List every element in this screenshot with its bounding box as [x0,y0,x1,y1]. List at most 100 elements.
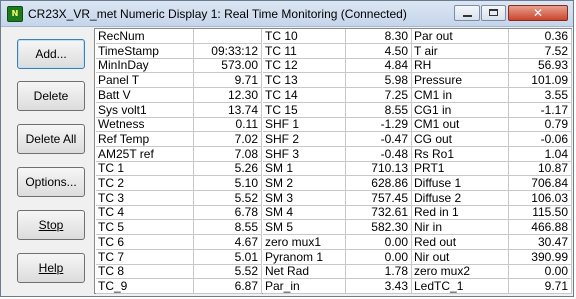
field-value[interactable]: -0.48 [346,146,412,162]
field-value[interactable]: 710.13 [346,161,412,177]
field-value[interactable]: 10.87 [509,161,572,177]
field-value[interactable] [194,29,262,44]
field-label[interactable]: Red in 1 [412,205,509,221]
field-value[interactable]: 7.02 [194,131,262,147]
field-value[interactable]: 0.79 [509,117,572,133]
field-value[interactable]: 5.52 [194,264,262,280]
field-value[interactable]: 0.11 [194,117,262,133]
field-label[interactable]: Par out [412,29,509,44]
field-label[interactable]: SM 2 [263,176,346,191]
field-value[interactable]: 4.67 [194,234,262,250]
field-value[interactable]: 9.71 [509,278,572,294]
field-label[interactable]: SM 1 [263,161,346,177]
field-label[interactable]: Panel T [96,73,194,89]
table-row[interactable]: Wetness 0.11 SHF 1 -1.29 CM1 out 0.79 [95,117,572,133]
field-label[interactable]: Wetness [96,117,194,133]
field-value[interactable]: 09:33:12 [194,43,262,59]
table-row[interactable]: RecNum TC 10 8.30 Par out 0.36 [95,29,572,44]
table-row[interactable]: TC 2 5.10 SM 2 628.86 Diffuse 1 706.84 [95,176,572,191]
field-value[interactable]: 1.78 [346,264,412,280]
field-value[interactable]: 7.52 [509,43,572,59]
field-label[interactable]: SM 3 [263,190,346,206]
table-row[interactable]: TC 8 5.52 Net Rad 1.78 zero mux2 0.00 [95,264,572,280]
field-value[interactable]: 390.99 [509,249,572,265]
field-label[interactable]: Diffuse 2 [412,190,509,206]
field-value[interactable]: -0.06 [509,131,572,147]
field-value[interactable]: 30.47 [509,234,572,250]
field-value[interactable]: 8.55 [346,102,412,118]
field-label[interactable]: TC 8 [96,264,194,280]
field-label[interactable]: TimeStamp [96,43,194,59]
field-label[interactable]: MinInDay [96,58,194,74]
field-label[interactable]: LedTC_1 [412,278,509,294]
field-value[interactable]: -1.17 [509,102,572,118]
field-value[interactable]: 8.30 [346,29,412,44]
field-label[interactable]: TC 1 [96,161,194,177]
field-value[interactable]: 4.84 [346,58,412,74]
field-label[interactable]: CM1 out [412,117,509,133]
field-label[interactable]: RecNum [96,29,194,44]
minimize-button[interactable] [454,5,480,21]
table-row[interactable]: AM25T ref 7.08 SHF 3 -0.48 Rs Ro1 1.04 [95,146,572,162]
field-value[interactable]: 573.00 [194,58,262,74]
field-label[interactable]: Pyranom 1 [263,249,346,265]
field-value[interactable]: 115.50 [509,205,572,221]
field-label[interactable]: TC_9 [96,278,194,294]
table-row[interactable]: Sys volt1 13.74 TC 15 8.55 CG1 in -1.17 [95,102,572,118]
field-value[interactable]: 5.52 [194,190,262,206]
table-row[interactable]: TC 4 6.78 SM 4 732.61 Red in 1 115.50 [95,205,572,221]
field-label[interactable]: TC 7 [96,249,194,265]
field-label[interactable]: Sys volt1 [96,102,194,118]
field-value[interactable]: 5.98 [346,73,412,89]
field-value[interactable]: 7.08 [194,146,262,162]
table-row[interactable]: MinInDay 573.00 TC 12 4.84 RH 56.93 [95,58,572,74]
table-row[interactable]: Ref Temp 7.02 SHF 2 -0.47 CG out -0.06 [95,131,572,147]
table-row[interactable]: TC 1 5.26 SM 1 710.13 PRT1 10.87 [95,161,572,177]
field-label[interactable]: TC 2 [96,176,194,191]
title-bar[interactable]: N CR23X_VR_met Numeric Display 1: Real T… [1,1,573,27]
field-value[interactable]: 628.86 [346,176,412,191]
field-label[interactable]: Net Rad [263,264,346,280]
field-label[interactable]: SHF 2 [263,131,346,147]
table-row[interactable]: TimeStamp 09:33:12 TC 11 4.50 T air 7.52 [95,43,572,59]
field-label[interactable]: TC 10 [263,29,346,44]
field-value[interactable]: 4.50 [346,43,412,59]
field-value[interactable]: 732.61 [346,205,412,221]
field-label[interactable]: Diffuse 1 [412,176,509,191]
field-label[interactable]: SM 5 [263,220,346,236]
field-value[interactable]: 706.84 [509,176,572,191]
table-row[interactable]: TC 3 5.52 SM 3 757.45 Diffuse 2 106.03 [95,190,572,206]
field-value[interactable]: 3.43 [346,278,412,294]
field-label[interactable]: CG out [412,131,509,147]
field-value[interactable]: 1.04 [509,146,572,162]
field-label[interactable]: RH [412,58,509,74]
field-value[interactable]: 757.45 [346,190,412,206]
field-label[interactable]: TC 12 [263,58,346,74]
field-label[interactable]: Par_in [263,278,346,294]
field-value[interactable]: 5.01 [194,249,262,265]
field-value[interactable]: 12.30 [194,87,262,103]
help-button[interactable]: Help [17,253,85,283]
field-value[interactable]: 8.55 [194,220,262,236]
field-label[interactable]: SM 4 [263,205,346,221]
field-value[interactable]: 6.78 [194,205,262,221]
field-label[interactable]: TC 6 [96,234,194,250]
values-table[interactable]: RecNum TC 10 8.30 Par out 0.36 TimeStamp 09:33… [94,28,572,294]
field-value[interactable]: 101.09 [509,73,572,89]
field-value[interactable]: 582.30 [346,220,412,236]
field-label[interactable]: Batt V [96,87,194,103]
field-label[interactable]: TC 3 [96,190,194,206]
field-label[interactable]: PRT1 [412,161,509,177]
field-value[interactable]: 0.00 [346,249,412,265]
field-label[interactable]: Ref Temp [96,131,194,147]
add-button[interactable]: Add... [17,39,85,69]
field-label[interactable]: zero mux2 [412,264,509,280]
field-value[interactable]: 0.00 [509,264,572,280]
field-label[interactable]: Pressure [412,73,509,89]
field-label[interactable]: TC 11 [263,43,346,59]
field-label[interactable]: SHF 1 [263,117,346,133]
field-value[interactable]: 3.55 [509,87,572,103]
field-label[interactable]: zero mux1 [263,234,346,250]
field-value[interactable]: 5.10 [194,176,262,191]
field-label[interactable]: AM25T ref [96,146,194,162]
